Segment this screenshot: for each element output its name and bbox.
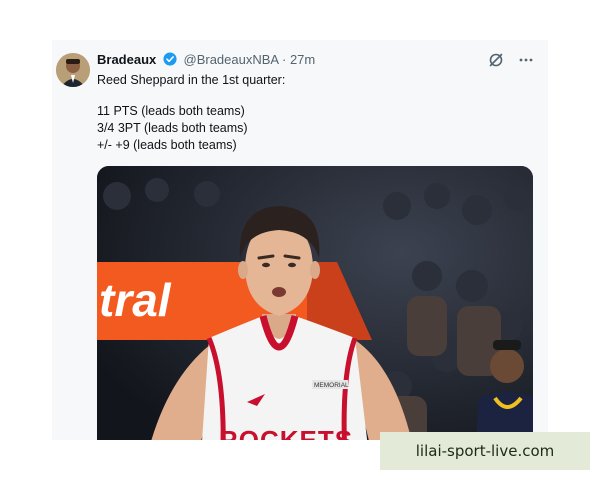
tweet-line-plus-minus: +/- +9 (leads both teams): [97, 138, 237, 152]
author-avatar[interactable]: [56, 53, 90, 87]
tweet-line-threes: 3/4 3PT (leads both teams): [97, 121, 248, 135]
arena-sign-text: tral: [99, 274, 172, 326]
player-photo: tral MEMORIAL ROCKETS: [97, 166, 533, 440]
author-display-name[interactable]: Bradeaux: [97, 52, 156, 67]
tweet-media-photo[interactable]: tral MEMORIAL ROCKETS: [97, 166, 533, 440]
tweet-line-points: 11 PTS (leads both teams): [97, 104, 245, 118]
avatar-photo: [56, 53, 90, 87]
site-watermark: lilai-sport-live.com: [380, 432, 590, 470]
tweet-line-intro: Reed Sheppard in the 1st quarter:: [97, 73, 286, 87]
header-separator: ·: [281, 52, 287, 67]
jersey-text: ROCKETS: [219, 425, 353, 440]
jersey-patch-text: MEMORIAL: [314, 382, 349, 389]
tweet-timestamp[interactable]: 27m: [290, 52, 315, 67]
header-actions: [488, 52, 534, 68]
author-handle[interactable]: @BradeauxNBA: [184, 52, 279, 67]
more-icon[interactable]: [518, 52, 534, 68]
tweet-card[interactable]: Bradeaux @BradeauxNBA · 27m Reed Sheppar…: [52, 40, 548, 440]
verified-badge-icon: [163, 52, 177, 66]
grok-icon[interactable]: [488, 52, 504, 68]
tweet-text: Reed Sheppard in the 1st quarter: 11 PTS…: [97, 72, 285, 154]
tweet-header: Bradeaux @BradeauxNBA · 27m: [97, 52, 315, 67]
